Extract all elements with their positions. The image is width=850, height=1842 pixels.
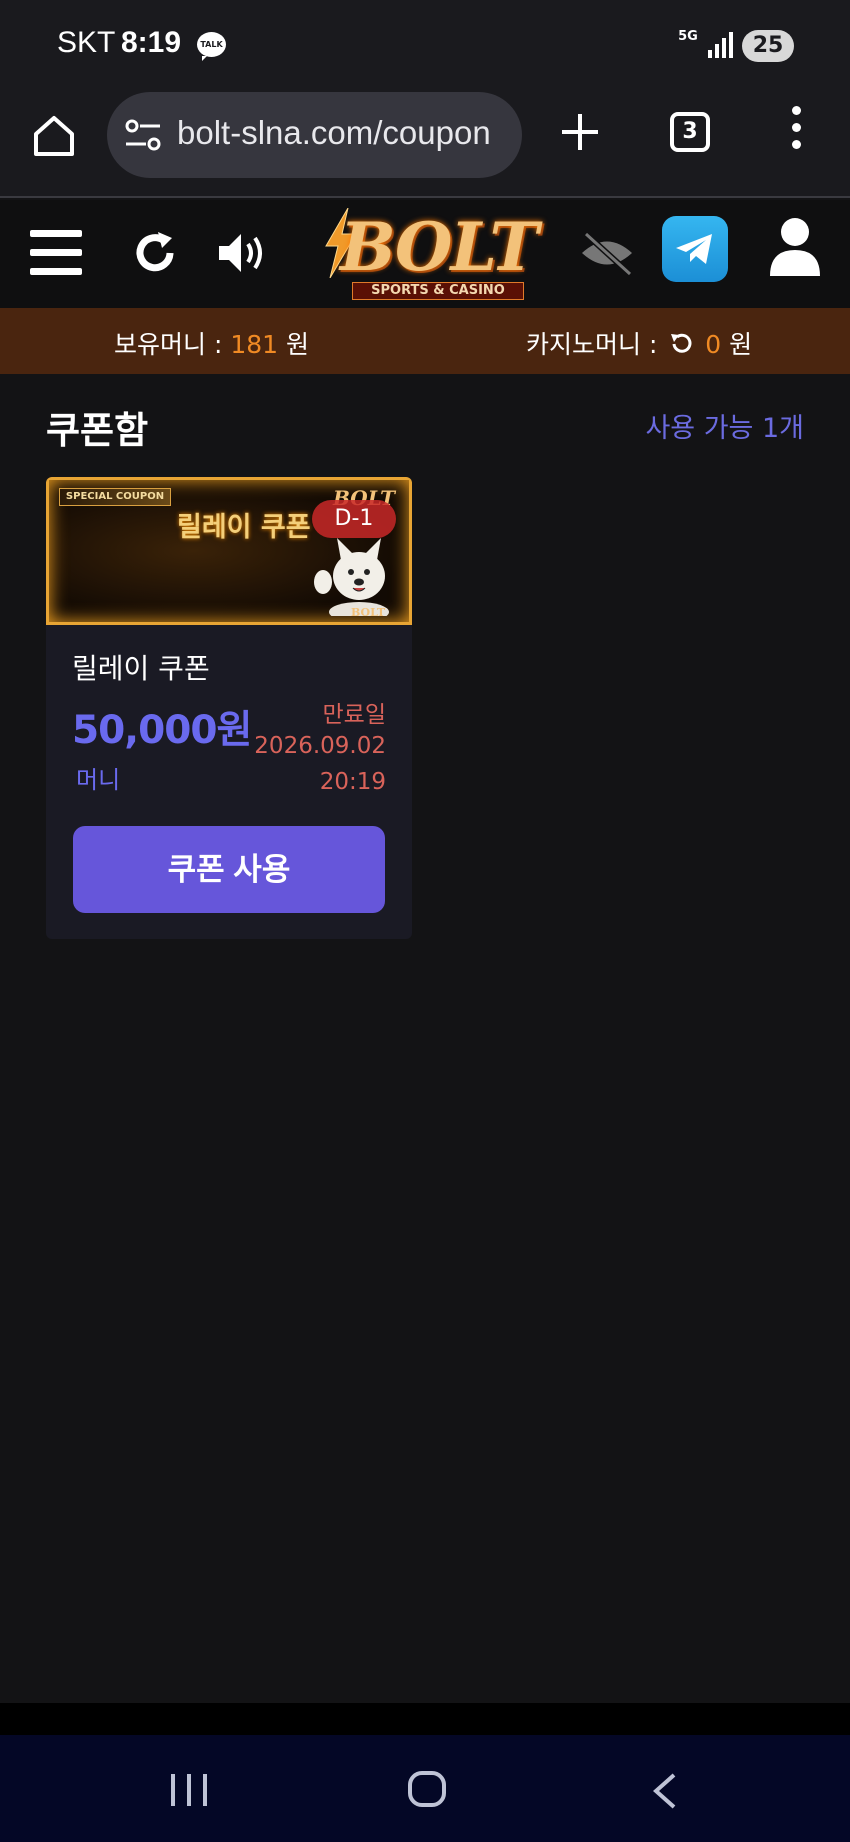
- site-header: BOLT SPORTS & CASINO: [0, 200, 850, 308]
- available-count: 사용 가능 1개: [645, 413, 804, 444]
- hide-balance-icon[interactable]: [578, 228, 636, 278]
- casino-money: 카지노머니 : 0 원: [526, 325, 752, 361]
- new-tab-icon[interactable]: [560, 112, 600, 152]
- coupon-card: SPECIAL COUPON 릴레이 쿠폰 BOLT BOLT D-1 릴레이 …: [46, 477, 412, 939]
- casino-value: 0: [705, 330, 722, 359]
- holding-money: 보유머니 : 181 원: [114, 325, 309, 361]
- holding-value: 181: [230, 330, 279, 359]
- telegram-icon[interactable]: [662, 216, 728, 282]
- bolt-logo[interactable]: BOLT SPORTS & CASINO: [320, 206, 539, 302]
- banner-title: 릴레이 쿠폰: [177, 512, 311, 543]
- banner-logo-small: BOLT: [351, 606, 386, 619]
- use-coupon-button[interactable]: 쿠폰 사용: [73, 826, 385, 913]
- clock: 8:19: [121, 26, 182, 59]
- sound-on-icon[interactable]: [215, 228, 271, 278]
- dday-badge: D-1: [312, 500, 396, 538]
- site-settings-icon[interactable]: [124, 118, 162, 152]
- coupon-type: 머니: [76, 766, 121, 794]
- browser-toolbar: bolt-slna.com/coupon 3: [0, 92, 850, 198]
- recents-icon[interactable]: [171, 1774, 209, 1806]
- coupon-amount: 50,000원: [72, 708, 252, 753]
- logo-text: BOLT: [340, 208, 539, 286]
- expire-time: 20:19: [319, 769, 386, 795]
- casino-refresh-icon[interactable]: [669, 332, 693, 356]
- coupon-banner: SPECIAL COUPON 릴레이 쿠폰 BOLT BOLT D-1: [46, 477, 412, 625]
- hamburger-menu-icon[interactable]: [30, 230, 82, 276]
- url-text[interactable]: bolt-slna.com/coupon: [177, 114, 512, 152]
- expire-date: 2026.09.02: [254, 733, 386, 759]
- address-bar[interactable]: bolt-slna.com/coupon: [107, 92, 522, 178]
- expire-label: 만료일: [322, 702, 386, 728]
- holding-label: 보유머니 :: [114, 330, 223, 359]
- app-root: SKT 8:19 TALK 5G 25 bolt-slna.com/coupon…: [0, 0, 850, 1842]
- user-profile-icon[interactable]: [768, 216, 822, 278]
- back-icon[interactable]: [650, 1773, 680, 1809]
- more-options-icon[interactable]: [790, 106, 802, 152]
- tabs-count-button[interactable]: 3: [670, 112, 710, 152]
- signal-icon: [708, 32, 734, 58]
- carrier-label: SKT: [57, 26, 116, 59]
- home-icon[interactable]: [30, 112, 78, 160]
- refresh-icon[interactable]: [130, 228, 180, 278]
- page-title: 쿠폰함: [46, 409, 149, 452]
- talk-notification-icon: TALK: [197, 32, 226, 61]
- holding-unit: 원: [286, 330, 310, 359]
- status-bar: SKT 8:19 TALK 5G 25: [0, 0, 850, 92]
- casino-label: 카지노머니 :: [526, 330, 658, 359]
- coupon-name: 릴레이 쿠폰: [72, 652, 210, 685]
- logo-subtitle: SPORTS & CASINO: [352, 282, 524, 300]
- network-5g-icon: 5G: [678, 29, 698, 44]
- casino-unit: 원: [729, 330, 753, 359]
- banner-tag: SPECIAL COUPON: [59, 488, 171, 506]
- balance-bar: 보유머니 : 181 원 카지노머니 : 0 원: [0, 308, 850, 374]
- battery-icon: 25: [742, 30, 794, 62]
- bottom-strip: [0, 1703, 850, 1735]
- nav-home-icon[interactable]: [408, 1771, 446, 1807]
- system-nav-bar: [0, 1735, 850, 1842]
